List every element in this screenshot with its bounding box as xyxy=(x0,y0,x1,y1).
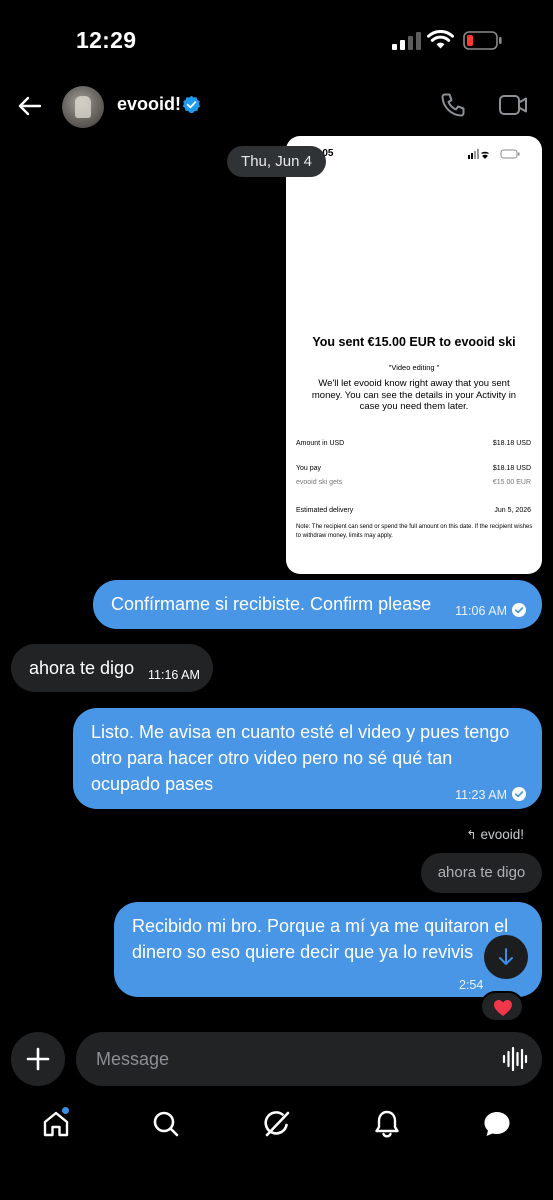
message-time: 2:54 xyxy=(459,978,484,992)
message-time: 11:16 AM xyxy=(148,668,200,682)
screenshot-fine-print: Note: The recipient can send or spend th… xyxy=(296,524,533,539)
screenshot-status-icons xyxy=(468,149,520,159)
outgoing-message[interactable]: Recibido mi bro. Porque a mí ya me quita… xyxy=(114,902,542,997)
quoted-message[interactable]: ahora te digo xyxy=(421,853,542,893)
row-label: You pay xyxy=(296,465,322,472)
heart-icon xyxy=(494,1000,512,1016)
status-bar: 12:29 xyxy=(0,0,553,80)
arrow-down-icon xyxy=(499,948,513,965)
tab-messages[interactable] xyxy=(482,1109,512,1139)
messages-icon xyxy=(484,1112,510,1136)
incoming-message[interactable]: ahora te digo 11:16 AM xyxy=(11,644,213,692)
outgoing-message[interactable]: Listo. Me avisa en cuanto esté el video … xyxy=(73,708,542,809)
message-composer xyxy=(76,1032,542,1086)
battery-low-icon xyxy=(463,31,502,50)
status-time: 12:29 xyxy=(76,27,137,53)
reply-to-name: evooid! xyxy=(480,827,524,842)
heart-reaction[interactable] xyxy=(480,991,524,1022)
tab-grok[interactable] xyxy=(262,1109,292,1139)
grok-icon xyxy=(264,1111,290,1137)
outgoing-message[interactable]: Confírmame si recibiste. Confirm please … xyxy=(93,580,542,629)
search-icon xyxy=(153,1111,179,1137)
row-label: Estimated delivery xyxy=(296,507,354,514)
row-value: $18.18 USD xyxy=(492,465,531,472)
home-indicator-area xyxy=(0,1170,553,1200)
message-time: 11:06 AM xyxy=(455,604,507,618)
message-input[interactable] xyxy=(96,1032,476,1086)
back-arrow-icon[interactable] xyxy=(16,92,44,120)
phone-icon[interactable] xyxy=(440,92,466,118)
conversation-header: evooid! xyxy=(0,80,553,132)
scroll-to-bottom-button[interactable] xyxy=(484,935,528,979)
wifi-icon xyxy=(427,30,454,49)
message-text: Recibido mi bro. Porque a mí ya me quita… xyxy=(132,916,509,962)
contact-name[interactable]: evooid! xyxy=(117,94,181,115)
screenshot-title: You sent €15.00 EUR to evooid ski xyxy=(312,335,516,349)
row-value: $18.18 USD xyxy=(492,440,531,447)
avatar[interactable] xyxy=(62,86,104,128)
tab-search[interactable] xyxy=(151,1109,181,1139)
read-check-icon xyxy=(512,787,526,801)
bottom-tab-bar xyxy=(0,1096,553,1158)
reply-indicator: ↰ evooid! xyxy=(466,827,524,842)
add-attachment-button[interactable] xyxy=(11,1032,65,1086)
message-text: Listo. Me avisa en cuanto esté el video … xyxy=(91,722,510,794)
cellular-signal-icon xyxy=(392,32,421,50)
screenshot-row: Amount in USD $18.18 USD xyxy=(296,440,531,447)
row-value: Jun 5, 2026 xyxy=(494,507,531,514)
screenshot-note: "Video editing " xyxy=(388,363,440,372)
date-separator: Thu, Jun 4 xyxy=(227,146,326,177)
plus-icon xyxy=(26,1047,50,1071)
voice-wave-icon[interactable] xyxy=(502,1046,528,1072)
shared-screenshot-image[interactable]: :05 You sent €15.00 EUR to evooid ski "V… xyxy=(286,136,542,574)
row-label: Amount in USD xyxy=(296,440,345,447)
video-camera-icon[interactable] xyxy=(498,92,528,118)
verified-badge-icon xyxy=(182,95,201,114)
screenshot-row: evooid ski gets €15.00 EUR xyxy=(296,479,531,486)
message-time: 11:23 AM xyxy=(455,788,507,802)
tab-notifications[interactable] xyxy=(372,1109,402,1139)
message-meta: 11:23 AM xyxy=(455,782,526,808)
row-value: €15.00 EUR xyxy=(492,479,531,486)
message-text: Confírmame si recibiste. Confirm please xyxy=(111,594,432,614)
screenshot-body: We'll let evooid know right away that yo… xyxy=(311,378,517,412)
message-text: ahora te digo xyxy=(29,658,135,678)
home-notification-dot xyxy=(61,1106,70,1115)
reply-arrow-icon: ↰ xyxy=(466,828,477,842)
message-meta: 11:06 AM xyxy=(455,598,526,624)
screenshot-row: Estimated delivery Jun 5, 2026 xyxy=(296,507,531,514)
read-check-icon xyxy=(512,603,526,617)
row-label: evooid ski gets xyxy=(296,479,343,486)
notifications-bell-icon xyxy=(375,1110,399,1138)
screenshot-row: You pay $18.18 USD xyxy=(296,465,531,472)
